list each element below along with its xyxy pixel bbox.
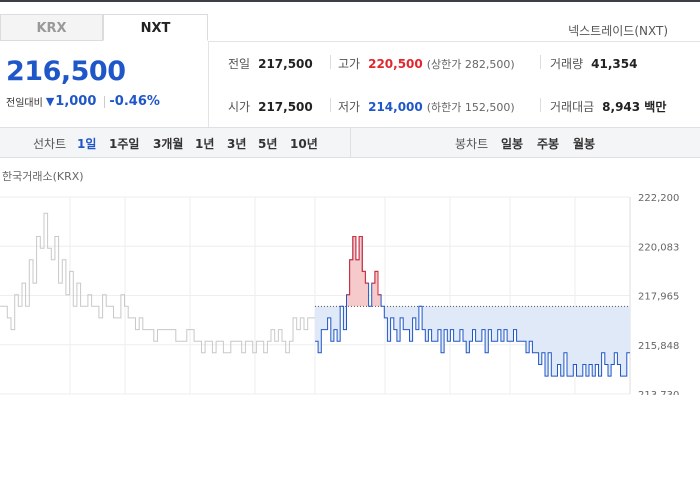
period-3y[interactable]: 3년 bbox=[227, 135, 246, 152]
y-tick-label: 222,200 bbox=[638, 193, 679, 204]
controls-divider bbox=[350, 128, 351, 157]
period-3m[interactable]: 3개월 bbox=[153, 135, 183, 152]
krx-series-line bbox=[0, 212, 315, 354]
stat-prev-value: 217,500 bbox=[258, 56, 313, 71]
top-border bbox=[0, 0, 700, 2]
y-tick-label: 217,965 bbox=[638, 292, 679, 303]
y-tick-label: 213,730 bbox=[638, 390, 679, 395]
y-tick-label: 215,848 bbox=[638, 341, 679, 352]
stat-low-value: 214,000 bbox=[368, 99, 423, 114]
stat-low: 저가 214,000 (하한가 152,500) bbox=[338, 98, 515, 115]
change-label: 전일대비 bbox=[6, 98, 43, 109]
stat-open-value: 217,500 bbox=[258, 99, 313, 114]
candle-chart-label: 봉차트 bbox=[455, 137, 489, 151]
stat-amount-value: 8,943 백만 bbox=[602, 100, 667, 114]
stat-lower-limit: (하한가 152,500) bbox=[426, 100, 515, 114]
down-triangle-icon: ▼ bbox=[45, 95, 55, 108]
stat-volume: 거래량 41,354 bbox=[550, 55, 637, 72]
col-sep bbox=[330, 55, 331, 69]
stat-volume-value: 41,354 bbox=[591, 56, 638, 71]
tab-krx[interactable]: KRX bbox=[0, 14, 103, 41]
stat-open-label: 시가 bbox=[228, 100, 251, 114]
candle-weekly[interactable]: 주봉 bbox=[537, 135, 559, 152]
data-source: 한국거래소(KRX) bbox=[2, 170, 84, 183]
col-sep bbox=[540, 98, 541, 112]
period-5y[interactable]: 5년 bbox=[258, 135, 277, 152]
y-axis-labels: 222,200 220,083 217,965 215,848 213,730 bbox=[638, 193, 679, 395]
stat-prev: 전일 217,500 bbox=[228, 55, 313, 72]
tab-nxt[interactable]: NXT bbox=[103, 14, 208, 41]
stat-volume-label: 거래량 bbox=[550, 57, 584, 71]
chart-grid bbox=[0, 196, 631, 395]
period-1d[interactable]: 1일 bbox=[77, 135, 96, 152]
period-1y[interactable]: 1년 bbox=[195, 135, 214, 152]
stat-low-label: 저가 bbox=[338, 100, 361, 114]
candle-daily[interactable]: 일봉 bbox=[501, 135, 523, 152]
stat-open: 시가 217,500 bbox=[228, 98, 313, 115]
stat-high-label: 고가 bbox=[338, 57, 361, 71]
col-sep bbox=[330, 98, 331, 112]
line-chart-label: 선차트 bbox=[33, 137, 67, 151]
change-amount: 1,000 bbox=[55, 94, 97, 109]
change-separator bbox=[104, 95, 106, 108]
candle-monthly[interactable]: 월봉 bbox=[573, 135, 595, 152]
stat-high: 고가 220,500 (상한가 282,500) bbox=[338, 55, 515, 72]
period-1w[interactable]: 1주일 bbox=[109, 135, 139, 152]
price-change: 전일대비 ▼ 1,000 -0.46% bbox=[6, 94, 160, 109]
price-chart[interactable]: 222,200 220,083 217,965 215,848 213,730 bbox=[0, 185, 700, 395]
period-10y[interactable]: 10년 bbox=[290, 135, 318, 152]
chart-controls: 선차트 1일 1주일 3개월 1년 3년 5년 10년 봉차트 일봉 주봉 월봉 bbox=[0, 127, 700, 158]
change-percent: -0.46% bbox=[109, 94, 160, 109]
y-tick-label: 220,083 bbox=[638, 242, 679, 253]
summary-divider bbox=[208, 42, 209, 127]
col-sep bbox=[540, 55, 541, 69]
current-price: 216,500 bbox=[6, 56, 126, 87]
stat-amount-label: 거래대금 bbox=[550, 100, 595, 114]
stat-prev-label: 전일 bbox=[228, 57, 251, 71]
stat-amount: 거래대금 8,943 백만 bbox=[550, 98, 666, 115]
tab-divider bbox=[208, 41, 700, 42]
stat-upper-limit: (상한가 282,500) bbox=[426, 57, 515, 71]
market-name: 넥스트레이드(NXT) bbox=[568, 24, 668, 38]
market-tabs: KRX NXT bbox=[0, 14, 208, 42]
stat-high-value: 220,500 bbox=[368, 56, 423, 71]
